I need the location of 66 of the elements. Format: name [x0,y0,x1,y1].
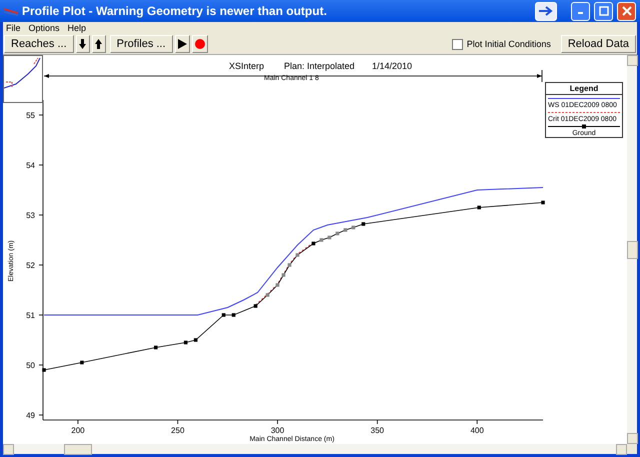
y-tick-label: 49 [26,411,35,420]
ground-point [344,228,348,232]
profiles-button[interactable]: Profiles ... [110,35,173,53]
ground-point [254,304,258,308]
ground-point [320,238,324,242]
ground-point [80,360,84,364]
close-icon [622,6,632,16]
checkbox-label: Plot Initial Conditions [466,39,551,49]
x-tick-label: 250 [171,426,184,435]
y-tick-label: 52 [26,261,35,270]
ground-point [184,340,188,344]
legend-title: Legend [546,83,622,95]
ground-point [222,313,226,317]
ground-point [282,273,286,277]
x-tick-label: 200 [71,426,85,435]
minimize-button[interactable] [571,2,590,20]
maximize-button[interactable] [594,2,613,20]
x-tick-label: 400 [470,426,484,435]
ground-point [276,283,280,287]
plot-header: 1/14/2010 [372,61,412,71]
y-tick-label: 54 [26,161,35,170]
x-tick-label: 350 [370,426,384,435]
plot-header: XSInterp [229,61,264,71]
ground-point [232,313,236,317]
ground-point [288,263,292,267]
down-arrow-icon [79,39,86,49]
menu-item[interactable]: Help [68,23,86,33]
up-button[interactable] [92,35,106,53]
horizontal-scrollbar[interactable] [3,444,627,454]
y-tick-label: 55 [26,111,35,120]
play-icon [178,39,187,49]
down-button[interactable] [76,35,90,53]
right-arrow-icon [539,6,553,16]
y-tick-label: 50 [26,361,35,370]
ground-point [352,226,356,230]
plot-header: Plan: Interpolated [284,61,355,71]
ground-point [362,222,366,226]
maximize-icon [598,6,608,16]
record-icon [194,39,205,49]
up-arrow-icon [95,39,102,49]
y-tick-label: 51 [26,311,35,320]
reload-button[interactable]: Reload Data [560,35,636,53]
close-button[interactable] [617,2,636,20]
ground-point [296,253,300,257]
overview-thumbnail[interactable] [3,55,43,103]
checkbox[interactable] [452,38,463,50]
play-button[interactable] [174,35,190,53]
menu-item[interactable]: File [6,23,21,33]
vertical-scrollbar[interactable] [627,55,637,444]
ground-point [312,242,316,246]
ground-point [477,206,481,210]
ground-point [42,368,46,372]
reaches-button[interactable]: Reaches ... [4,35,74,53]
arrow-button[interactable] [535,2,557,20]
ground-point [328,236,332,240]
y-tick-label: 53 [26,211,35,220]
ground-point [541,200,545,204]
record-button[interactable] [192,35,208,53]
window-title: Profile Plot - Warning Geometry is newer than output. [22,4,328,18]
app-icon [4,6,18,16]
ground-point [336,232,340,236]
x-tick-label: 300 [270,426,284,435]
menu-item[interactable]: Options [28,23,60,33]
ground-point [266,293,270,297]
ground-point [194,338,198,342]
ground-point [154,346,158,350]
